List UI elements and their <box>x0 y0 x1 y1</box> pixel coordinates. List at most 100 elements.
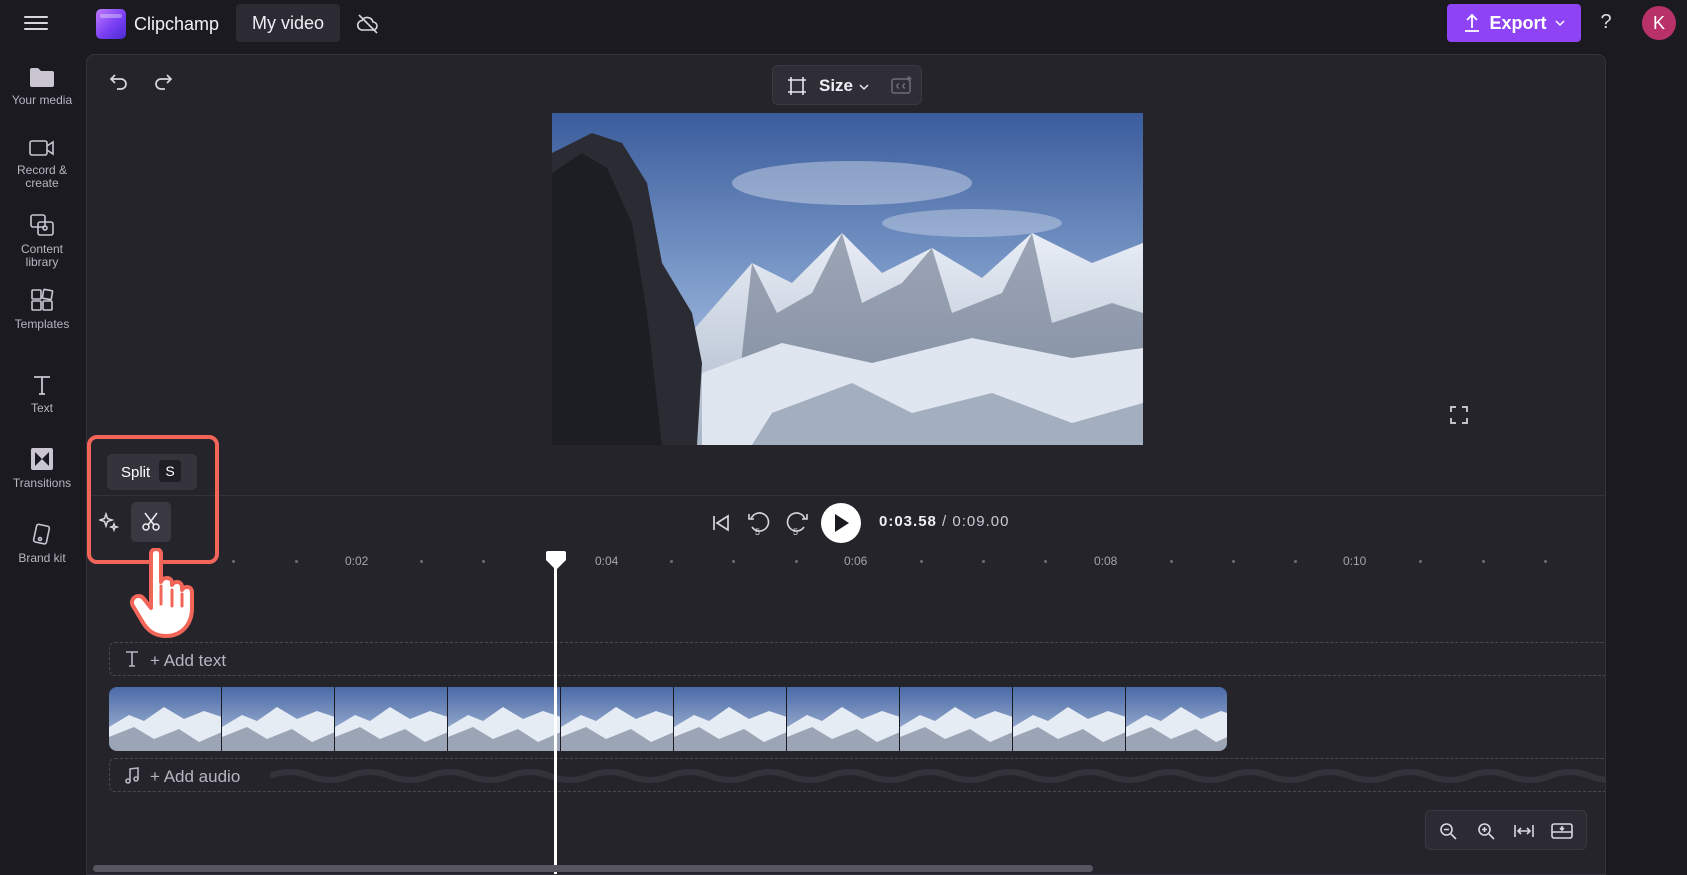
help-icon[interactable]: ? <box>1596 11 1616 34</box>
ruler-dot <box>732 560 735 563</box>
folder-icon <box>30 68 54 87</box>
menu-icon[interactable] <box>24 12 48 36</box>
video-filmstrip <box>109 687 1227 751</box>
skip-to-start-icon <box>713 514 729 532</box>
sidebar-item-label: Content library <box>20 242 64 269</box>
size-button[interactable]: Size <box>819 76 853 96</box>
sidebar-item-label: Brand kit <box>18 551 66 565</box>
templates-icon <box>31 288 54 311</box>
sidebar-item-templates[interactable]: Templates <box>0 288 84 331</box>
skip-to-start-button[interactable] <box>707 509 735 537</box>
editor-workspace: Size Split S 5 5 0:03.58 / 0:09.00 0:02 … <box>86 54 1606 875</box>
captions-icon[interactable] <box>891 75 913 95</box>
ruler-dot <box>1544 560 1547 563</box>
cloud-off-icon[interactable] <box>356 12 380 36</box>
sidebar-item-label: Transitions <box>12 476 72 490</box>
playhead-line[interactable] <box>554 565 557 874</box>
zoom-out-icon <box>1440 823 1457 840</box>
timeline-horizontal-scrollbar[interactable] <box>93 865 1093 872</box>
current-time: 0:03.58 <box>879 513 937 530</box>
sidebar-item-brand-kit[interactable]: Brand kit <box>0 522 84 565</box>
redo-button[interactable] <box>149 67 177 95</box>
timeline-zoom-controls <box>1425 810 1587 850</box>
text-icon <box>34 376 50 395</box>
play-button[interactable] <box>821 503 861 543</box>
pointer-hand-icon <box>129 548 194 638</box>
add-audio-label: + Add audio <box>150 767 241 786</box>
fullscreen-button[interactable] <box>1445 401 1473 429</box>
ruler-tick-label: 0:08 <box>1094 554 1118 568</box>
sidebar: Your media Record & create Content libra… <box>0 52 84 875</box>
sidebar-item-label: Templates <box>14 317 70 331</box>
crop-frame-icon <box>788 77 806 95</box>
video-preview[interactable] <box>552 113 1143 445</box>
fit-to-width-button[interactable] <box>1510 817 1538 845</box>
app-name: Clipchamp <box>134 14 220 34</box>
avatar[interactable]: K <box>1642 6 1676 40</box>
ruler-dot <box>1170 560 1173 563</box>
sidebar-item-your-media[interactable]: Your media <box>0 66 84 107</box>
ruler-tick-label: 0:10 <box>1343 554 1367 568</box>
sidebar-item-label: Your media <box>11 93 73 107</box>
sidebar-item-content-library[interactable]: Content library <box>0 213 84 269</box>
upload-icon <box>1465 13 1480 32</box>
undo-button[interactable] <box>105 67 133 95</box>
preview-timeline-divider <box>87 495 1605 496</box>
fullscreen-icon <box>1450 406 1468 424</box>
chevron-down-icon <box>1554 20 1565 27</box>
text-track[interactable]: + Add text <box>109 642 1605 676</box>
project-title[interactable]: My video <box>236 4 341 42</box>
zoom-in-icon <box>1478 823 1495 840</box>
total-time: 0:09.00 <box>952 513 1010 530</box>
play-icon <box>835 514 849 532</box>
sidebar-item-transitions[interactable]: Transitions <box>0 447 84 490</box>
audio-track[interactable]: + Add audio <box>109 758 1605 792</box>
ruler-dot <box>795 560 798 563</box>
text-icon <box>126 651 138 667</box>
brand-kit-icon <box>32 523 51 545</box>
ruler-dot <box>670 560 673 563</box>
sidebar-item-label: Record & create <box>16 163 68 190</box>
clipchamp-logo <box>96 9 126 39</box>
music-note-icon <box>125 767 139 784</box>
mountain-preview-image <box>552 113 1143 445</box>
undo-icon <box>109 74 127 90</box>
export-label: Export <box>1489 12 1547 33</box>
ruler-dot <box>920 560 923 563</box>
split-highlight-box <box>87 435 219 564</box>
content-library-icon <box>30 214 54 236</box>
zoom-out-button[interactable] <box>1434 817 1462 845</box>
ruler-dot <box>482 560 485 563</box>
ruler-dot <box>1482 560 1485 563</box>
forward-seconds: 5 <box>793 527 799 537</box>
ruler-dot <box>295 560 298 563</box>
expand-timeline-icon <box>1551 823 1573 839</box>
ruler-tick-label: 0:02 <box>345 554 369 568</box>
size-toolbar: Size <box>772 65 922 105</box>
ruler-tick-label: 0:04 <box>595 554 619 568</box>
video-clip[interactable] <box>109 687 1227 751</box>
sidebar-item-text[interactable]: Text <box>0 374 84 415</box>
ruler-dot <box>232 560 235 563</box>
ruler-dot <box>1294 560 1297 563</box>
transitions-icon <box>31 448 53 470</box>
sidebar-item-record-create[interactable]: Record & create <box>0 138 84 190</box>
ruler-dot <box>1419 560 1422 563</box>
timeline-height-button[interactable] <box>1548 817 1576 845</box>
ruler-tick-label: 0:06 <box>844 554 868 568</box>
add-text-label: + Add text <box>150 651 227 670</box>
sidebar-item-label: Text <box>30 401 53 415</box>
ruler-dot <box>420 560 423 563</box>
redo-icon <box>155 74 173 90</box>
zoom-in-button[interactable] <box>1472 817 1500 845</box>
camera-icon <box>29 140 54 156</box>
time-separator: / <box>942 513 948 530</box>
ruler-dot <box>1044 560 1047 563</box>
chevron-down-icon <box>859 84 869 91</box>
ruler-dot <box>982 560 985 563</box>
ruler-dot <box>1232 560 1235 563</box>
export-button[interactable]: Export <box>1447 4 1581 42</box>
top-bar: Clipchamp My video Export ? K <box>0 0 1687 52</box>
playhead-handle[interactable] <box>545 549 567 571</box>
fit-width-icon <box>1514 825 1534 837</box>
